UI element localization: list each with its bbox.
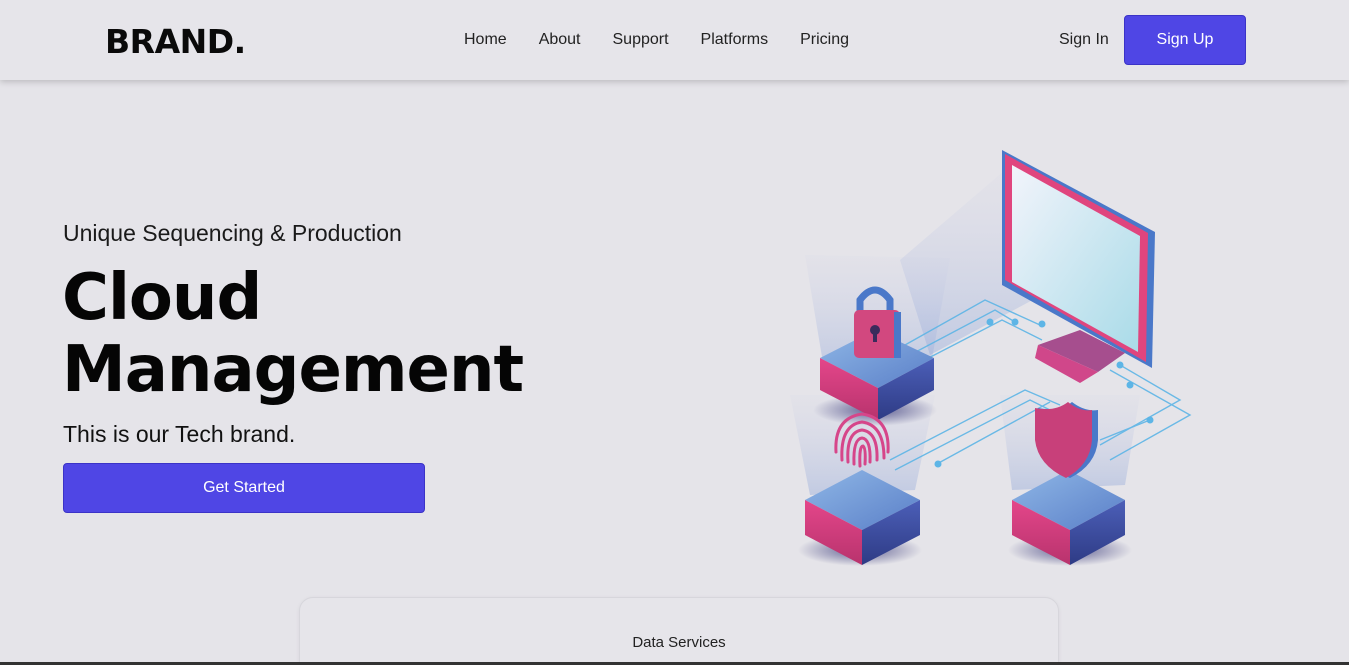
nav-link-about[interactable]: About — [539, 30, 581, 50]
hero-title: Cloud Management — [62, 262, 582, 406]
sign-up-button[interactable]: Sign Up — [1124, 15, 1246, 65]
monitor-icon — [1002, 150, 1155, 383]
nav-link-home[interactable]: Home — [464, 30, 507, 50]
nav-link-support[interactable]: Support — [613, 30, 669, 50]
main-nav: Home About Support Platforms Pricing — [464, 30, 849, 50]
card-title: Data Services — [632, 634, 726, 651]
hero-subtitle: Unique Sequencing & Production — [63, 220, 402, 246]
hero-title-line-2: Management — [62, 333, 524, 407]
nav-link-pricing[interactable]: Pricing — [800, 30, 849, 50]
nav-link-platforms[interactable]: Platforms — [701, 30, 769, 50]
get-started-button[interactable]: Get Started — [63, 463, 425, 513]
hero-description: This is our Tech brand. — [63, 421, 296, 447]
cloud-security-illustration — [790, 150, 1192, 566]
navbar: BRAND. Home About Support Platforms Pric… — [0, 0, 1349, 80]
hero-title-line-1: Cloud — [62, 261, 262, 335]
data-services-card: Data Services — [299, 597, 1059, 665]
sign-in-link[interactable]: Sign In — [1059, 30, 1109, 50]
brand-logo[interactable]: BRAND. — [105, 22, 246, 62]
